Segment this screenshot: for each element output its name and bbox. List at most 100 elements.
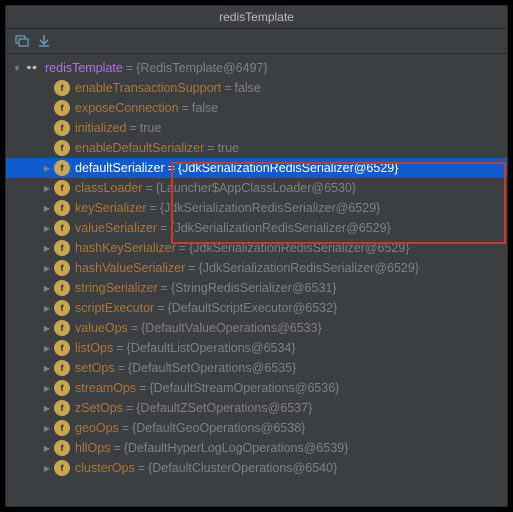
tree-row[interactable]: enableDefaultSerializer = true <box>6 138 507 158</box>
var-name: classLoader <box>75 181 142 195</box>
tree-root-row[interactable]: redisTemplate = {RedisTemplate@6497} <box>6 58 507 78</box>
var-name: initialized <box>75 121 126 135</box>
toolbar-icon-2[interactable] <box>36 33 52 49</box>
field-icon <box>54 220 70 236</box>
tree-row[interactable]: keySerializer = {JdkSerializationRedisSe… <box>6 198 507 218</box>
var-value: {JdkSerializationRedisSerializer@6529} <box>199 261 419 275</box>
tree-row[interactable]: classLoader = {Launcher$AppClassLoader@6… <box>6 178 507 198</box>
tree-row[interactable]: scriptExecutor = {DefaultScriptExecutor@… <box>6 298 507 318</box>
tree-row[interactable]: hllOps = {DefaultHyperLogLogOperations@6… <box>6 438 507 458</box>
expand-arrow-icon[interactable] <box>40 384 54 393</box>
expand-arrow-icon[interactable] <box>40 244 54 253</box>
toolbar <box>6 29 507 54</box>
expand-arrow-icon[interactable] <box>40 444 54 453</box>
var-value: {RedisTemplate@6497} <box>136 61 268 75</box>
var-name: defaultSerializer <box>75 161 165 175</box>
expand-arrow-icon[interactable] <box>40 184 54 193</box>
field-icon <box>54 120 70 136</box>
var-name: hashValueSerializer <box>75 261 185 275</box>
var-name: exposeConnection <box>75 101 179 115</box>
expand-arrow-icon[interactable] <box>40 224 54 233</box>
field-icon <box>54 80 70 96</box>
var-name: keySerializer <box>75 201 147 215</box>
expand-arrow-icon[interactable] <box>40 364 54 373</box>
expand-arrow-icon[interactable] <box>40 424 54 433</box>
variables-tree[interactable]: redisTemplate = {RedisTemplate@6497} ena… <box>6 54 507 506</box>
var-value: {DefaultStreamOperations@6536} <box>149 381 339 395</box>
var-name: streamOps <box>75 381 136 395</box>
tree-row[interactable]: enableTransactionSupport = false <box>6 78 507 98</box>
var-name: valueOps <box>75 321 128 335</box>
equals-sign: = <box>145 181 152 195</box>
equals-sign: = <box>122 421 129 435</box>
tree-row[interactable]: defaultSerializer = {JdkSerializationRed… <box>6 158 507 178</box>
tree-row[interactable]: streamOps = {DefaultStreamOperations@653… <box>6 378 507 398</box>
var-name: valueSerializer <box>75 221 157 235</box>
var-name: enableTransactionSupport <box>75 81 221 95</box>
toolbar-icon-1[interactable] <box>14 33 30 49</box>
expand-arrow-icon[interactable] <box>40 164 54 173</box>
var-name: hllOps <box>75 441 110 455</box>
expand-arrow-icon[interactable] <box>40 464 54 473</box>
tree-row[interactable]: exposeConnection = false <box>6 98 507 118</box>
field-icon <box>54 320 70 336</box>
expand-arrow-icon[interactable] <box>10 64 24 73</box>
equals-sign: = <box>188 261 195 275</box>
var-value: {DefaultZSetOperations@6537} <box>136 401 312 415</box>
equals-sign: = <box>138 461 145 475</box>
field-icon <box>54 460 70 476</box>
tree-row[interactable]: zSetOps = {DefaultZSetOperations@6537} <box>6 398 507 418</box>
expand-arrow-icon[interactable] <box>40 324 54 333</box>
expand-arrow-icon[interactable] <box>40 404 54 413</box>
expand-arrow-icon[interactable] <box>40 344 54 353</box>
equals-sign: = <box>139 381 146 395</box>
var-name: clusterOps <box>75 461 135 475</box>
equals-sign: = <box>113 441 120 455</box>
expand-arrow-icon[interactable] <box>40 264 54 273</box>
tree-row[interactable]: listOps = {DefaultListOperations@6534} <box>6 338 507 358</box>
expand-arrow-icon[interactable] <box>40 204 54 213</box>
var-value: {DefaultClusterOperations@6540} <box>148 461 337 475</box>
tree-row[interactable]: setOps = {DefaultSetOperations@6535} <box>6 358 507 378</box>
var-value: false <box>192 101 218 115</box>
var-name: zSetOps <box>75 401 123 415</box>
field-icon <box>54 180 70 196</box>
var-name: listOps <box>75 341 113 355</box>
debugger-window: redisTemplate redisTemplate = {RedisTemp… <box>5 5 508 507</box>
field-icon <box>54 400 70 416</box>
var-value: {DefaultValueOperations@6533} <box>141 321 322 335</box>
var-name: stringSerializer <box>75 281 158 295</box>
equals-sign: = <box>161 281 168 295</box>
tree-row[interactable]: clusterOps = {DefaultClusterOperations@6… <box>6 458 507 478</box>
var-name: geoOps <box>75 421 119 435</box>
expand-arrow-icon[interactable] <box>40 284 54 293</box>
tree-row[interactable]: hashValueSerializer = {JdkSerializationR… <box>6 258 507 278</box>
equals-sign: = <box>160 221 167 235</box>
tree-row[interactable]: valueOps = {DefaultValueOperations@6533} <box>6 318 507 338</box>
field-icon <box>54 280 70 296</box>
equals-sign: = <box>118 361 125 375</box>
var-name: redisTemplate <box>45 61 123 75</box>
equals-sign: = <box>116 341 123 355</box>
field-icon <box>54 160 70 176</box>
var-value: {StringRedisSerializer@6531} <box>171 281 337 295</box>
field-icon <box>54 380 70 396</box>
tree-row[interactable]: hashKeySerializer = {JdkSerializationRed… <box>6 238 507 258</box>
var-value: false <box>234 81 260 95</box>
equals-sign: = <box>182 101 189 115</box>
tree-row[interactable]: initialized = true <box>6 118 507 138</box>
var-name: scriptExecutor <box>75 301 154 315</box>
expand-arrow-icon[interactable] <box>40 304 54 313</box>
field-icon <box>54 340 70 356</box>
equals-sign: = <box>157 301 164 315</box>
field-icon <box>54 420 70 436</box>
equals-sign: = <box>150 201 157 215</box>
tree-row[interactable]: stringSerializer = {StringRedisSerialize… <box>6 278 507 298</box>
field-icon <box>54 300 70 316</box>
var-value: {DefaultListOperations@6534} <box>127 341 296 355</box>
watch-icon <box>24 60 40 76</box>
tree-row[interactable]: valueSerializer = {JdkSerializationRedis… <box>6 218 507 238</box>
var-value: {JdkSerializationRedisSerializer@6529} <box>178 161 398 175</box>
tree-row[interactable]: geoOps = {DefaultGeoOperations@6538} <box>6 418 507 438</box>
window-title: redisTemplate <box>6 6 507 29</box>
